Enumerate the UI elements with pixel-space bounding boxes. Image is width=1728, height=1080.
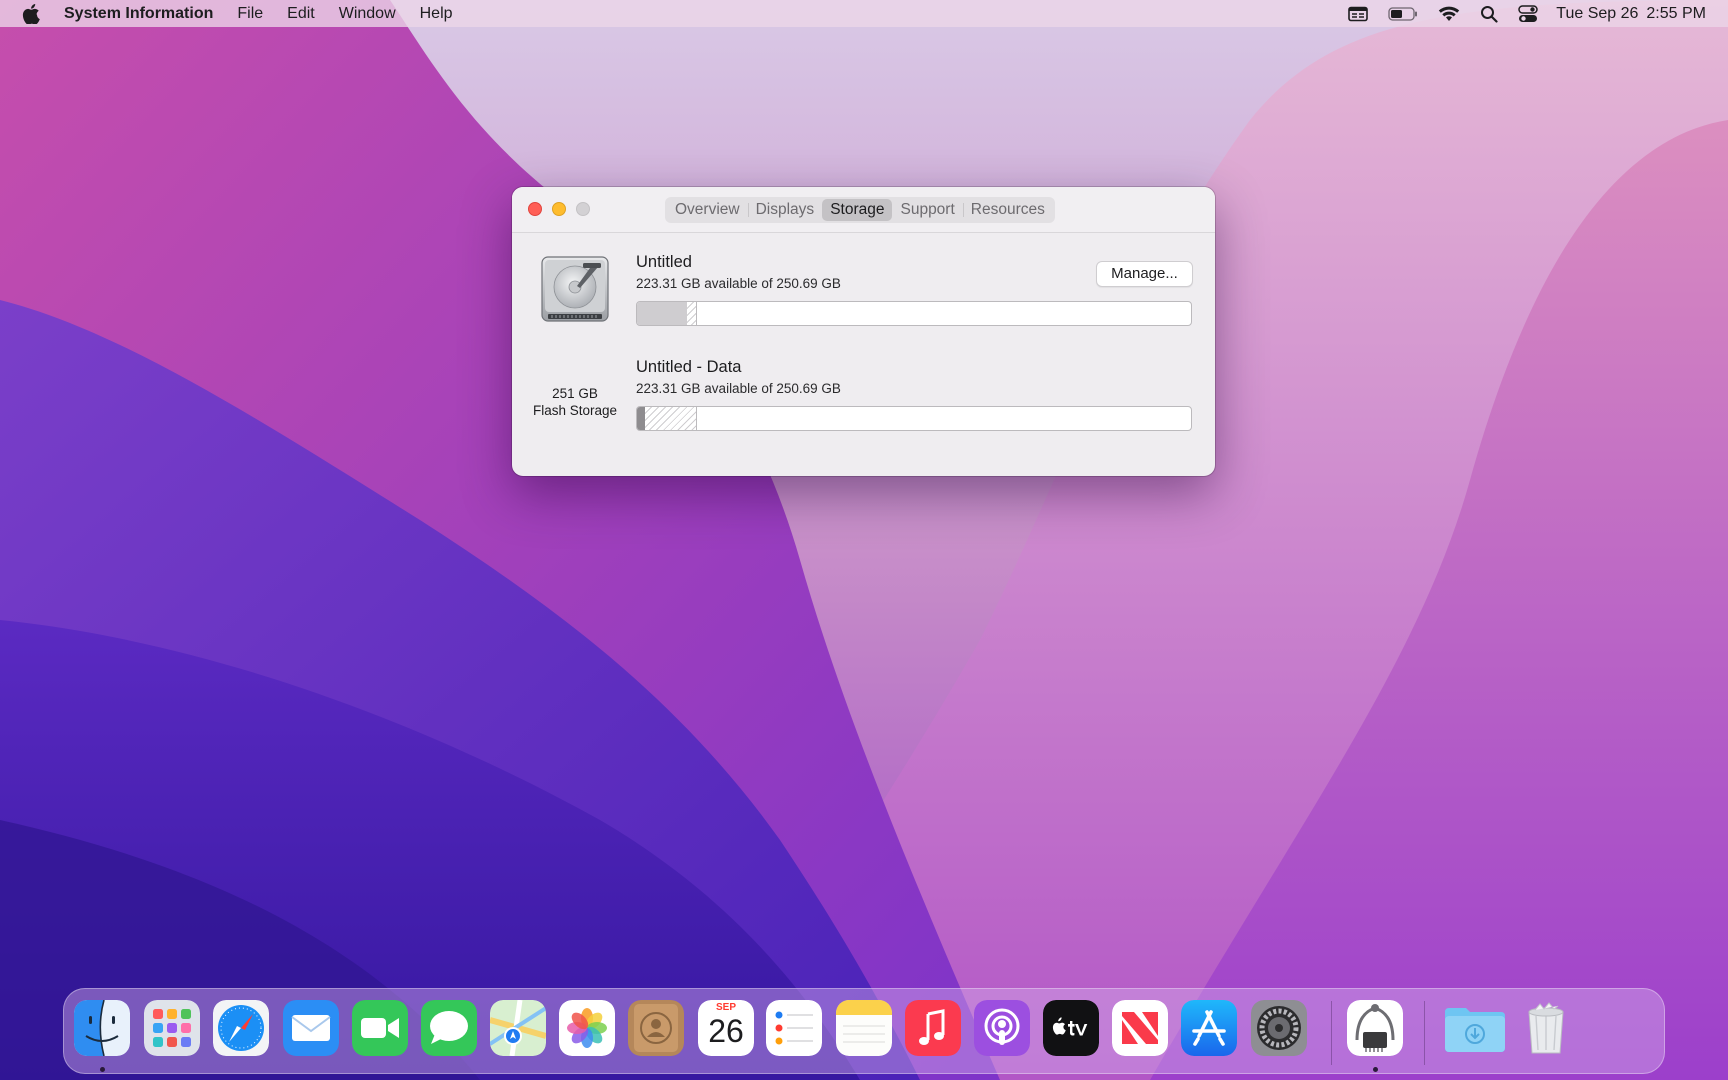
menu-window[interactable]: Window <box>339 5 396 23</box>
app-menu-system-information[interactable]: System Information <box>64 5 213 23</box>
disk-caption: 251 GB Flash Storage <box>520 385 630 419</box>
manage-button[interactable]: Manage... <box>1096 261 1193 287</box>
calendar-month: SEP <box>715 1002 736 1013</box>
menu-bar: System Information File Edit Window Help… <box>0 0 1728 27</box>
volume-usage-bar <box>636 301 1192 326</box>
dock-safari-icon[interactable] <box>213 1000 269 1056</box>
spotlight-search-icon[interactable] <box>1480 0 1498 27</box>
dock-facetime-icon[interactable] <box>352 1000 408 1056</box>
dock-launchpad-icon[interactable] <box>144 1000 200 1056</box>
storage-pane: 251 GB Flash Storage Untitled 223.31 GB … <box>512 233 1215 476</box>
volume-usage-bar <box>636 406 1192 431</box>
about-this-mac-window: Overview Displays Storage Support Resour… <box>512 187 1215 476</box>
tab-storage[interactable]: Storage <box>822 199 893 221</box>
dock-maps-icon[interactable] <box>490 1000 546 1056</box>
tab-overview[interactable]: Overview <box>667 199 748 221</box>
dock-music-icon[interactable] <box>905 1000 961 1056</box>
dock-contacts-icon[interactable] <box>628 1000 684 1056</box>
hard-drive-icon <box>541 256 609 322</box>
menu-edit[interactable]: Edit <box>287 5 315 23</box>
usage-other-segment <box>644 407 698 430</box>
dock: SEP 26 <box>63 988 1665 1074</box>
tab-displays[interactable]: Displays <box>747 199 823 221</box>
running-indicator <box>1373 1067 1378 1072</box>
dock-finder-icon[interactable] <box>74 1000 130 1056</box>
disk-capacity: 251 GB <box>552 386 598 401</box>
window-titlebar[interactable]: Overview Displays Storage Support Resour… <box>512 187 1215 233</box>
desktop-wallpaper <box>0 0 1728 1080</box>
clock-date: Tue Sep 26 <box>1556 4 1639 22</box>
volume-untitled-data: Untitled - Data 223.31 GB available of 2… <box>636 358 1192 431</box>
dock-calendar-icon[interactable]: SEP 26 <box>698 1000 754 1056</box>
keyboard-input-icon[interactable] <box>1348 0 1369 27</box>
usage-used-segment <box>637 302 687 325</box>
menu-help[interactable]: Help <box>420 5 453 23</box>
dock-separator <box>1424 1001 1425 1065</box>
clock-time: 2:55 PM <box>1646 4 1706 22</box>
close-button[interactable] <box>528 202 542 216</box>
dock-messages-icon[interactable] <box>421 1000 477 1056</box>
dock-separator <box>1331 1001 1332 1065</box>
apple-menu-icon[interactable] <box>22 3 42 24</box>
battery-icon[interactable] <box>1388 0 1418 27</box>
running-indicator <box>100 1067 105 1072</box>
control-center-icon[interactable] <box>1518 0 1539 27</box>
window-controls <box>528 202 590 216</box>
dock-app-store-icon[interactable] <box>1181 1000 1237 1056</box>
usage-used-segment <box>637 407 645 430</box>
volume-availability: 223.31 GB available of 250.69 GB <box>636 381 841 396</box>
dock-tv-icon[interactable] <box>1043 1000 1099 1056</box>
dock-photos-icon[interactable] <box>559 1000 615 1056</box>
minimize-button[interactable] <box>552 202 566 216</box>
status-area: Tue Sep 26 2:55 PM <box>1328 0 1706 27</box>
dock-podcasts-icon[interactable] <box>974 1000 1030 1056</box>
volume-name: Untitled - Data <box>636 358 742 376</box>
dock-system-information-icon[interactable] <box>1347 1000 1403 1056</box>
tab-bar: Overview Displays Storage Support Resour… <box>665 197 1055 223</box>
menubar-clock[interactable]: Tue Sep 26 2:55 PM <box>1556 5 1706 23</box>
menu-file[interactable]: File <box>237 5 263 23</box>
dock-news-icon[interactable] <box>1112 1000 1168 1056</box>
wifi-icon[interactable] <box>1438 0 1460 27</box>
dock-trash-icon[interactable] <box>1518 1000 1574 1056</box>
dock-downloads-folder-icon[interactable] <box>1442 1000 1508 1056</box>
dock-notes-icon[interactable] <box>836 1000 892 1056</box>
dock-reminders-icon[interactable] <box>766 1000 822 1056</box>
tab-support[interactable]: Support <box>892 199 962 221</box>
usage-other-segment <box>686 302 698 325</box>
tab-resources[interactable]: Resources <box>962 199 1053 221</box>
dock-mail-icon[interactable] <box>283 1000 339 1056</box>
disk-type: Flash Storage <box>532 403 618 418</box>
zoom-button <box>576 202 590 216</box>
dock-system-settings-icon[interactable] <box>1251 1000 1307 1056</box>
calendar-day: 26 <box>708 1013 744 1049</box>
